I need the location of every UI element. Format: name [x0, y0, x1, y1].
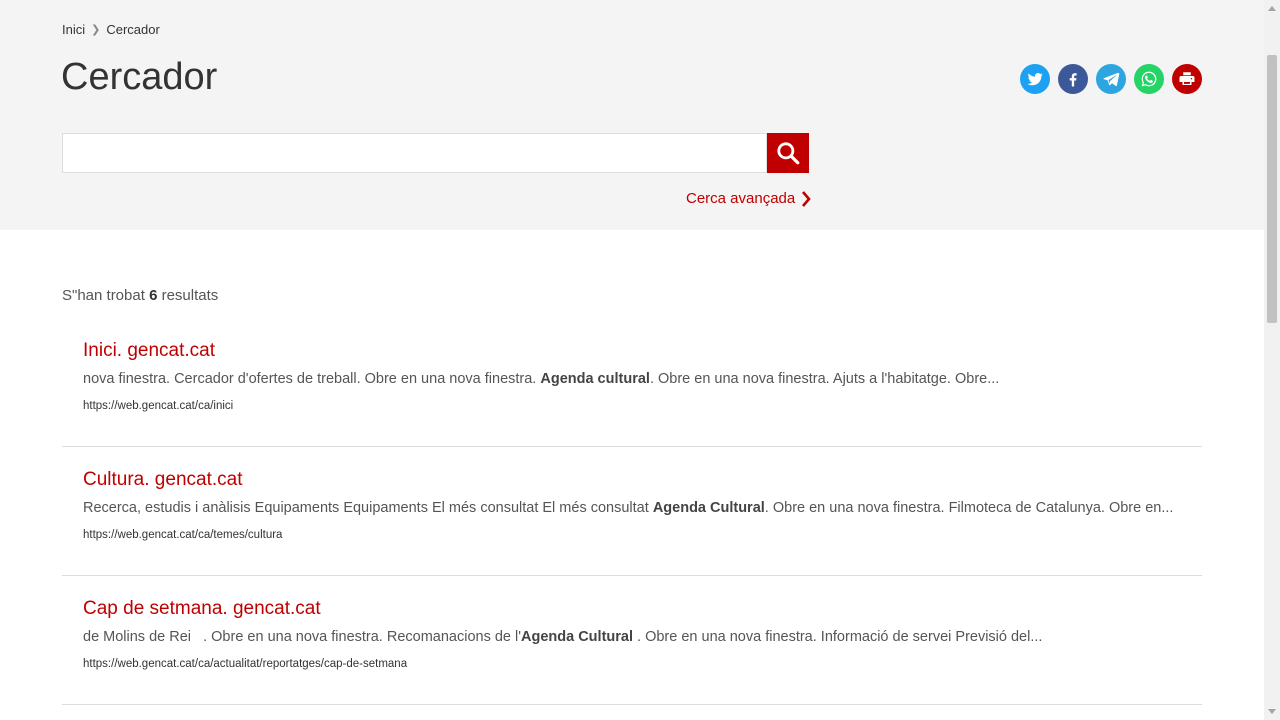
result-snippet: Recerca, estudis i anàlisis Equipaments …: [83, 500, 1193, 516]
result-title-link[interactable]: Cultura. gencat.cat: [83, 469, 242, 491]
telegram-share-button[interactable]: [1096, 64, 1126, 94]
snippet-text: . Obre en una nova finestra. Informació …: [633, 629, 1043, 645]
header-band: [0, 0, 1264, 230]
breadcrumb: Inici ❯ Cercador: [62, 22, 160, 37]
scroll-up-icon[interactable]: [1268, 6, 1276, 11]
snippet-highlight: Agenda Cultural: [652, 500, 765, 516]
whatsapp-share-button[interactable]: [1134, 64, 1164, 94]
results-count-suffix: resultats: [161, 287, 219, 304]
breadcrumb-current: Cercador: [106, 22, 160, 37]
search-icon: [777, 142, 800, 165]
result-item: Inici. gencat.cat nova finestra. Cercado…: [62, 318, 1202, 447]
scroll-down-icon[interactable]: [1268, 709, 1276, 714]
snippet-text: nova finestra. Cercador d'ofertes de tre…: [83, 371, 541, 387]
search-input[interactable]: [62, 133, 767, 173]
result-title-link[interactable]: Inici. gencat.cat: [83, 340, 215, 362]
snippet-text: . Obre en una nova finestra. Filmoteca d…: [764, 500, 1174, 516]
advanced-search-label: Cerca avançada: [686, 190, 796, 207]
result-url: https://web.gencat.cat/ca/inici: [83, 400, 234, 412]
page-title: Cercador: [61, 56, 218, 98]
print-icon: [1179, 72, 1195, 85]
result-snippet: nova finestra. Cercador d'ofertes de tre…: [83, 371, 1193, 387]
results-count-number: 6: [149, 287, 158, 304]
result-url: https://web.gencat.cat/ca/actualitat/rep…: [83, 658, 408, 670]
results-count-prefix: S"han trobat: [62, 287, 145, 304]
result-url: https://web.gencat.cat/ca/temes/cultura: [83, 529, 283, 541]
vertical-scrollbar[interactable]: [1264, 0, 1280, 720]
result-item: Cap de setmana. gencat.cat de Molins de …: [62, 576, 1202, 705]
breadcrumb-separator-icon: ❯: [91, 24, 101, 36]
snippet-text: Recerca, estudis i anàlisis Equipaments …: [83, 500, 653, 516]
result-snippet: de Molins de Rei . Obre en una nova fine…: [83, 629, 1193, 645]
twitter-share-button[interactable]: [1020, 64, 1050, 94]
search-button[interactable]: [767, 133, 809, 173]
facebook-share-button[interactable]: [1058, 64, 1088, 94]
breadcrumb-home-link[interactable]: Inici: [62, 22, 85, 37]
search-box: [62, 133, 809, 173]
advanced-search-link[interactable]: Cerca avançada: [686, 190, 811, 207]
whatsapp-icon: [1141, 71, 1157, 87]
twitter-icon: [1027, 73, 1043, 86]
snippet-highlight: Agenda cultural: [540, 371, 650, 387]
snippet-highlight: Agenda Cultural: [521, 629, 633, 645]
snippet-text: . Obre en una nova finestra. Ajuts a l'h…: [649, 371, 1000, 387]
telegram-icon: [1103, 72, 1120, 87]
share-bar: [1020, 64, 1202, 94]
results-list: Inici. gencat.cat nova finestra. Cercado…: [62, 318, 1202, 705]
snippet-text: de Molins de Rei . Obre en una nova fine…: [83, 629, 522, 645]
result-item: Cultura. gencat.cat Recerca, estudis i a…: [62, 447, 1202, 576]
results-count: S"han trobat 6 resultats: [62, 287, 218, 304]
scrollbar-thumb[interactable]: [1267, 55, 1277, 323]
chevron-right-icon: [802, 190, 811, 207]
result-title-link[interactable]: Cap de setmana. gencat.cat: [83, 598, 321, 620]
facebook-icon: [1069, 73, 1077, 87]
print-button[interactable]: [1172, 64, 1202, 94]
